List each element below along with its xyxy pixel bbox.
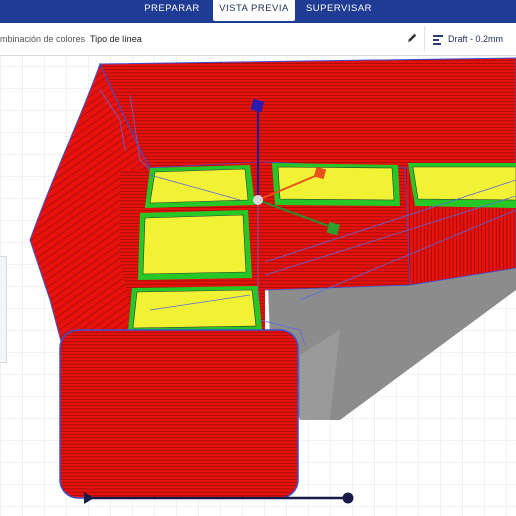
seat-cushion-mid-left	[138, 210, 252, 280]
collapsed-side-panel[interactable]	[0, 256, 7, 363]
tab-monitor[interactable]: SUPERVISAR	[303, 0, 375, 21]
print-settings-icon[interactable]	[432, 33, 444, 45]
model-preview-canvas	[0, 56, 516, 516]
seat-cushion-top-left	[145, 165, 255, 208]
stage-menu-bar: PREPARAR VISTA PREVIA SUPERVISAR	[0, 0, 516, 23]
tab-preview[interactable]: VISTA PREVIA	[213, 0, 295, 21]
back-wall	[99, 57, 516, 173]
seat-cushion-bottom-left	[128, 286, 262, 332]
toolbar-divider	[424, 26, 425, 52]
front-armrest-block	[59, 329, 299, 499]
pencil-icon[interactable]	[405, 31, 419, 45]
tab-prepare[interactable]: PREPARAR	[138, 0, 206, 21]
color-scheme-dropdown[interactable]: Tipo de línea	[90, 34, 142, 44]
seat-cushion-middle	[272, 163, 400, 206]
print-profile-selector[interactable]: Draft - 0.2mm	[448, 34, 503, 44]
slider-end-handle[interactable]	[342, 492, 354, 504]
build-plate-viewport[interactable]	[0, 56, 516, 516]
color-scheme-label: mbinación de colores	[0, 34, 86, 44]
view-toolbar: mbinación de colores Tipo de línea Draft…	[0, 23, 516, 56]
